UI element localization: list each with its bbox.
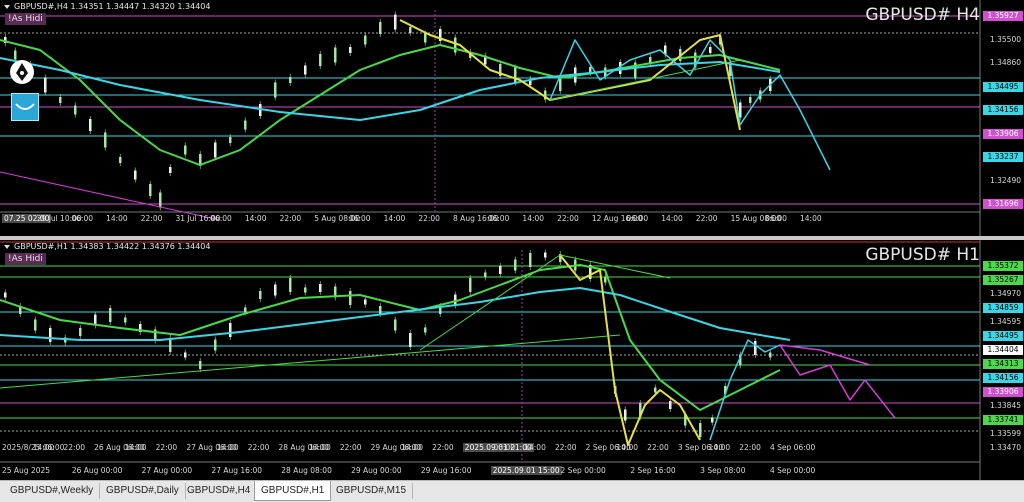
- time-tick-label: 14:00: [309, 443, 331, 452]
- time-tick-label: 06:00: [210, 214, 232, 223]
- ma-cyan-line: [0, 57, 781, 121]
- pane-menu-triangle-icon[interactable]: [4, 245, 10, 249]
- h1-ohlc-readout: GBPUSD#,H1 1.34383 1.34422 1.34376 1.344…: [14, 242, 211, 251]
- time-tick-label: 4 Sep 06:00: [770, 443, 816, 452]
- price-tick-label: 1.34313: [983, 359, 1023, 369]
- time-tick-label: 2025.09.01 15:00: [490, 466, 562, 475]
- price-tick-label: 1.33599: [989, 429, 1021, 438]
- time-tick-label: 29 Aug 16:00: [420, 466, 472, 475]
- time-tick-label: 14:00: [124, 443, 147, 452]
- h4-ohlc-readout: GBPUSD#,H4 1.34351 1.34447 1.34320 1.344…: [14, 2, 211, 11]
- time-tick-label: 14:00: [661, 214, 683, 223]
- price-tick-label: 1.31696: [983, 199, 1023, 209]
- price-tick-label: 1.34156: [983, 105, 1023, 115]
- ma-green-line: [0, 264, 781, 411]
- tab-h4[interactable]: GBPUSD#,H4: [181, 483, 258, 499]
- zigzag-yellow-line: [559, 254, 701, 446]
- time-tick-label: 14:00: [32, 443, 55, 452]
- time-tick-label: 22:00: [247, 443, 270, 452]
- chart-tab-bar: GBPUSD#,Weekly GBPUSD#,Daily GBPUSD#,H4 …: [0, 480, 1024, 502]
- price-tick-label: 1.33741: [983, 415, 1023, 425]
- tab-h1[interactable]: GBPUSD#,H1: [254, 481, 332, 501]
- h1-hide-label[interactable]: !As Hidi: [5, 253, 46, 265]
- time-tick-label: 06:00: [348, 214, 371, 223]
- time-tick-label: 2 Sep 00:00: [560, 466, 606, 475]
- time-tick-label: 14:00: [800, 214, 822, 223]
- tab-weekly[interactable]: GBPUSD#,Weekly: [4, 483, 101, 499]
- price-tick-label: 1.34859: [983, 303, 1023, 313]
- time-tick-label: 06:00: [487, 214, 510, 223]
- time-tick-label: 2 Sep 16:00: [630, 466, 676, 475]
- time-tick-label: 14:00: [244, 214, 267, 223]
- h4-chart-svg[interactable]: [0, 0, 1024, 236]
- ma-green-line: [0, 39, 781, 166]
- time-tick-label: 29 Aug 00:00: [351, 466, 402, 475]
- time-tick-label: 06:00: [765, 214, 787, 223]
- time-tick-label: 06:00: [493, 443, 516, 452]
- time-tick-label: 14:00: [383, 214, 406, 223]
- time-tick-label: 22:00: [63, 443, 86, 452]
- time-tick-label: 22:00: [418, 214, 440, 223]
- h4-hide-label[interactable]: !As Hidi: [5, 13, 46, 25]
- h1-symbol-title: GBPUSD# H1: [865, 245, 980, 265]
- time-tick-label: 22:00: [140, 214, 163, 223]
- time-tick-label: 14:00: [708, 443, 731, 452]
- price-tick-label: 1.34495: [983, 331, 1023, 341]
- time-tick-label: 22:00: [155, 443, 178, 452]
- price-tick-label: 1.35500: [989, 34, 1021, 44]
- time-tick-label: 22:00: [279, 214, 302, 223]
- h1-chart-pane[interactable]: GBPUSD#,H1 1.34383 1.34422 1.34376 1.344…: [0, 240, 1024, 480]
- price-tick-label: 1.35927: [983, 11, 1023, 21]
- time-tick-label: 26 Aug 00:00: [71, 466, 123, 475]
- time-tick-label: 22:00: [557, 214, 579, 223]
- trend-magenta-line: [0, 171, 221, 221]
- time-tick-label: 22:00: [695, 214, 718, 223]
- price-tick-label: 1.34495: [983, 81, 1023, 92]
- time-tick-label: 22:00: [554, 443, 577, 452]
- projection-cyan-line: [549, 39, 831, 171]
- time-tick-label: 14:00: [524, 443, 546, 452]
- time-tick-label: 22:00: [432, 443, 454, 452]
- tab-daily[interactable]: GBPUSD#,Daily: [100, 483, 186, 499]
- pane-menu-triangle-icon[interactable]: [4, 5, 10, 9]
- price-tick-label: 1.34156: [983, 373, 1023, 383]
- object-icon[interactable]: [11, 93, 39, 121]
- price-tick-label: 1.34970: [989, 289, 1021, 298]
- time-tick-label: 14:00: [401, 443, 423, 452]
- price-tick-label: 1.34595: [989, 317, 1021, 326]
- time-tick-label: 3 Sep 08:00: [700, 466, 746, 475]
- time-tick-label: 14:00: [106, 214, 128, 223]
- h4-symbol-title: GBPUSD# H4: [865, 5, 980, 25]
- price-tick-label: 1.35372: [983, 261, 1023, 271]
- price-tick-label: 1.32490: [989, 175, 1021, 185]
- tab-m15[interactable]: GBPUSD#,M15: [330, 483, 414, 499]
- pen-tool-icon[interactable]: [10, 60, 34, 84]
- price-tick-label: 1.33906: [983, 128, 1023, 139]
- time-tick-label: 22:00: [339, 443, 362, 452]
- time-tick-label: 22:00: [739, 443, 761, 452]
- price-tick-label: 1.33845: [989, 401, 1021, 410]
- time-tick-label: 22:00: [647, 443, 669, 452]
- price-tick-label: 1.33906: [983, 387, 1023, 397]
- price-tick-label: 1.33237: [983, 152, 1023, 162]
- time-tick-label: 4 Sep 00:00: [770, 466, 816, 475]
- time-tick-label: 27 Aug 16:00: [211, 466, 263, 475]
- h4-chart-pane[interactable]: GBPUSD#,H4 1.34351 1.34447 1.34320 1.344…: [0, 0, 1024, 236]
- price-tick-label: 1.34860: [989, 58, 1021, 67]
- time-tick-label: 14:00: [217, 443, 239, 452]
- price-tick-label: 1.33470: [989, 443, 1021, 452]
- time-tick-label: 14:00: [522, 214, 545, 223]
- price-tick-label: 1.34404: [983, 345, 1023, 355]
- time-tick-label: 14:00: [616, 443, 639, 452]
- time-tick-label: 27 Aug 00:00: [141, 466, 193, 475]
- time-tick-label: 28 Aug 08:00: [281, 466, 332, 475]
- time-tick-label: 06:00: [71, 214, 94, 223]
- price-tick-label: 1.35267: [983, 275, 1023, 285]
- time-tick-label: 25 Aug 2025: [2, 466, 51, 475]
- time-tick-label: 06:00: [626, 214, 649, 223]
